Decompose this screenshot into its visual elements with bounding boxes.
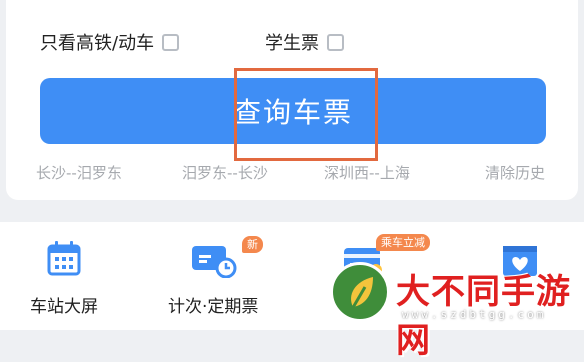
site-watermark: 大不同手游网 www.szdbtgg.com bbox=[330, 258, 580, 361]
station-screen-label: 车站大屏 bbox=[30, 297, 98, 317]
watermark-url: www.szdbtgg.com bbox=[402, 308, 547, 321]
leaf-logo-icon bbox=[330, 262, 390, 322]
student-ticket-label: 学生票 bbox=[265, 33, 319, 54]
search-card: 只看高铁/动车 学生票 查询车票 长沙--汨罗东 汨罗东--长沙 深圳西--上海… bbox=[6, 0, 578, 200]
discount-badge: 乘车立减 bbox=[376, 234, 430, 251]
history-item[interactable]: 深圳西--上海 bbox=[324, 162, 410, 183]
history-item[interactable]: 汨罗东--长沙 bbox=[182, 162, 268, 183]
high-speed-only-option[interactable]: 只看高铁/动车 bbox=[40, 30, 180, 54]
high-speed-only-label: 只看高铁/动车 bbox=[40, 33, 155, 54]
new-badge: 新 bbox=[242, 236, 263, 253]
calendar-icon bbox=[46, 240, 82, 282]
highlight-box bbox=[234, 68, 378, 161]
ticket-clock-icon bbox=[190, 240, 238, 282]
high-speed-only-checkbox[interactable] bbox=[162, 33, 180, 51]
periodic-ticket-label: 计次·定期票 bbox=[168, 297, 259, 317]
search-history: 长沙--汨罗东 汨罗东--长沙 深圳西--上海 清除历史 bbox=[6, 162, 578, 184]
history-item[interactable]: 长沙--汨罗东 bbox=[36, 162, 122, 183]
student-ticket-option[interactable]: 学生票 bbox=[265, 30, 344, 54]
student-ticket-checkbox[interactable] bbox=[327, 33, 344, 51]
clear-history-button[interactable]: 清除历史 bbox=[485, 162, 545, 183]
